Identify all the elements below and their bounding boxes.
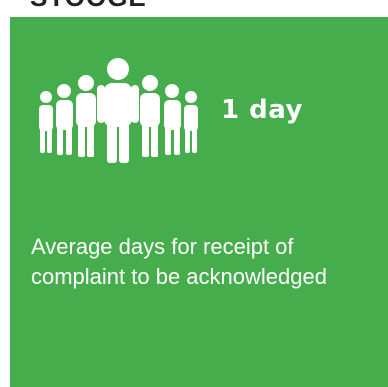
cropped-heading: STOOGE [30, 0, 147, 13]
metric-description: Average days for receipt of complaint to… [31, 234, 327, 289]
stat-card: 1 day Average days for receipt of compla… [10, 17, 388, 387]
people-group-icon [34, 55, 204, 165]
metric-value: 1 day [221, 95, 303, 125]
